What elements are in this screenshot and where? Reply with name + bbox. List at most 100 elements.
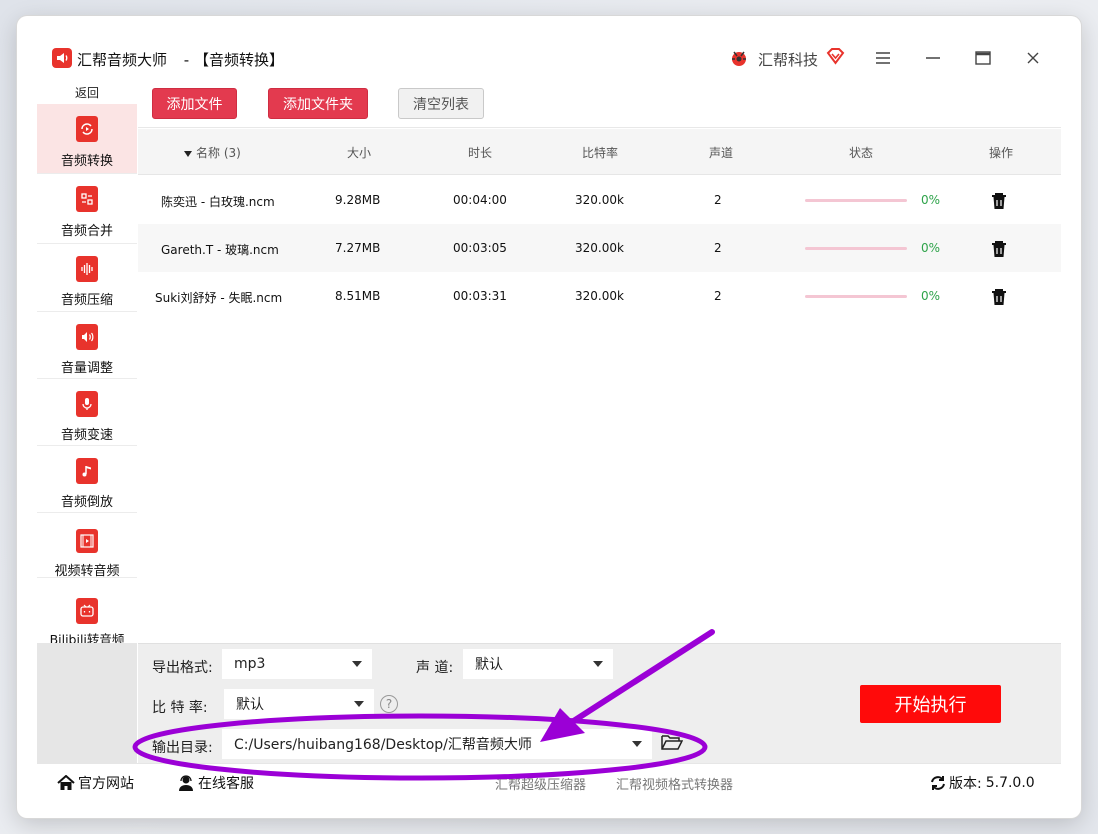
support-link[interactable]: 在线客服 (177, 773, 254, 793)
header-actions: 操作 (989, 146, 1014, 160)
header-size: 大小 (347, 146, 372, 160)
file-bitrate: 320.00k (575, 289, 624, 303)
progress-bar (805, 295, 907, 298)
window-title: 汇帮音频大师 - 【音频转换】 (77, 49, 284, 70)
output-dir-label: 输出目录: (152, 740, 213, 756)
sidebar-item-audio-convert[interactable]: 音频转换 (37, 104, 137, 174)
title-bar: 汇帮音频大师 - 【音频转换】 汇帮科技 (17, 16, 1081, 78)
video-to-audio-icon (76, 529, 98, 553)
audio-compress-icon (76, 256, 98, 282)
file-table: 名称 (3) 大小 时长 比特率 声道 状态 操作 陈奕迅 - 白玫瑰.ncm … (138, 129, 1061, 643)
folder-open-icon[interactable] (661, 733, 683, 751)
file-name: 陈奕迅 - 白玫瑰.ncm (161, 195, 275, 209)
sidebar-item-audio-compress[interactable]: 音频压缩 (37, 244, 137, 312)
add-file-button[interactable]: 添加文件 (152, 88, 237, 119)
start-button[interactable]: 开始执行 (860, 685, 1001, 723)
minimize-button[interactable] (920, 46, 946, 70)
toolbar: 添加文件 添加文件夹 清空列表 (138, 78, 1061, 128)
trash-icon[interactable] (990, 239, 1008, 259)
output-dir-value: C:/Users/huibang168/Desktop/汇帮音频大师 (234, 737, 532, 753)
table-row[interactable]: Suki刘舒妤 - 失眠.ncm 8.51MB 00:03:31 320.00k… (138, 272, 1061, 320)
video-converter-link[interactable]: 汇帮视频格式转换器 (616, 774, 733, 793)
brand-logo-icon (732, 51, 746, 66)
header-status: 状态 (849, 146, 874, 160)
format-label: 导出格式: (152, 660, 213, 676)
file-duration: 00:03:31 (453, 289, 507, 303)
sidebar-item-bilibili[interactable]: Bilibili转音频 (37, 578, 137, 648)
sidebar-item-audio-reverse[interactable]: 音频倒放 (37, 446, 137, 513)
minimize-icon (926, 57, 940, 59)
sidebar-item-label: 音频转换 (60, 154, 113, 169)
chevron-down-icon (354, 701, 364, 707)
maximize-button[interactable] (970, 46, 996, 70)
bilibili-icon (76, 598, 98, 624)
trash-icon[interactable] (990, 191, 1008, 211)
sidebar-item-label: 音频合并 (60, 224, 113, 239)
close-button[interactable] (1020, 46, 1046, 70)
website-label: 官方网站 (78, 776, 134, 792)
bitrate-label: 比 特 率: (152, 700, 208, 716)
super-compressor-link[interactable]: 汇帮超级压缩器 (495, 774, 586, 793)
sidebar-item-audio-merge[interactable]: 音频合并 (37, 174, 137, 244)
sidebar-item-video-to-audio[interactable]: 视频转音频 (37, 513, 137, 579)
table-row[interactable]: Gareth.T - 玻璃.ncm 7.27MB 00:03:05 320.00… (138, 224, 1061, 272)
table-header: 名称 (3) 大小 时长 比特率 声道 状态 操作 (138, 129, 1061, 175)
brand-name: 汇帮科技 (758, 51, 819, 69)
format-select[interactable]: mp3 (222, 649, 372, 679)
home-icon (57, 775, 75, 790)
clear-list-button[interactable]: 清空列表 (398, 88, 484, 119)
progress-percent: 0% (921, 193, 941, 207)
sort-desc-icon (184, 150, 192, 157)
app-name: 汇帮音频大师 (77, 51, 168, 69)
channel-select[interactable]: 默认 (463, 649, 613, 679)
chevron-down-icon (593, 661, 603, 667)
output-dir-select[interactable]: C:/Users/huibang168/Desktop/汇帮音频大师 (222, 729, 652, 759)
file-channels: 2 (714, 193, 722, 207)
bitrate-value: 默认 (236, 697, 264, 713)
channel-label: 声 道: (416, 660, 454, 676)
file-size: 7.27MB (335, 241, 381, 255)
audio-merge-icon (76, 186, 98, 212)
chevron-down-icon (632, 741, 642, 747)
header-bitrate: 比特率 (582, 146, 619, 160)
module-title: 【音频转换】 (194, 51, 285, 69)
sidebar-item-audio-speed[interactable]: 音频变速 (37, 379, 137, 446)
file-bitrate: 320.00k (575, 193, 624, 207)
version-info: 版本: 5.7.0.0 (930, 773, 1035, 793)
back-link[interactable]: 返回 (37, 84, 137, 101)
file-duration: 00:04:00 (453, 193, 507, 207)
file-size: 8.51MB (335, 289, 381, 303)
menu-button[interactable] (870, 46, 896, 70)
settings-panel: 导出格式: mp3 声 道: 默认 比 特 率: 默认 ? 输出目录: C:/U… (138, 643, 1061, 763)
table-row[interactable]: 陈奕迅 - 白玫瑰.ncm 9.28MB 00:04:00 320.00k 2 … (138, 176, 1061, 224)
progress-bar (805, 199, 907, 202)
refresh-icon[interactable] (930, 775, 946, 791)
vip-diamond-icon[interactable] (826, 47, 845, 66)
bitrate-select[interactable]: 默认 (224, 689, 374, 719)
app-logo-icon (52, 48, 72, 68)
format-value: mp3 (234, 656, 266, 672)
footer: 官方网站 在线客服 汇帮超级压缩器 汇帮视频格式转换器 版本: 5.7.0.0 (37, 763, 1061, 799)
version-number: 5.7.0.0 (985, 775, 1035, 791)
file-size: 9.28MB (335, 193, 381, 207)
progress-percent: 0% (921, 289, 941, 303)
maximize-icon (975, 51, 991, 65)
trash-icon[interactable] (990, 287, 1008, 307)
header-duration: 时长 (468, 146, 493, 160)
sidebar-item-label: 视频转音频 (54, 564, 120, 579)
add-folder-button[interactable]: 添加文件夹 (268, 88, 368, 119)
version-label: 版本: (949, 776, 982, 792)
sidebar-item-label: 音量调整 (60, 361, 113, 376)
sidebar-item-label: 音频变速 (60, 428, 113, 443)
file-duration: 00:03:05 (453, 241, 507, 255)
website-link[interactable]: 官方网站 (57, 773, 134, 793)
audio-convert-icon (76, 116, 98, 142)
file-bitrate: 320.00k (575, 241, 624, 255)
help-icon[interactable]: ? (380, 695, 398, 713)
sort-name-header[interactable]: 名称 (3) (184, 144, 241, 161)
sidebar-item-volume-adjust[interactable]: 音量调整 (37, 312, 137, 379)
channel-value: 默认 (475, 657, 503, 673)
header-name: 名称 (3) (196, 146, 241, 160)
sidebar-item-label: 音频倒放 (60, 495, 113, 510)
sidebar-item-label: 音频压缩 (60, 293, 113, 308)
